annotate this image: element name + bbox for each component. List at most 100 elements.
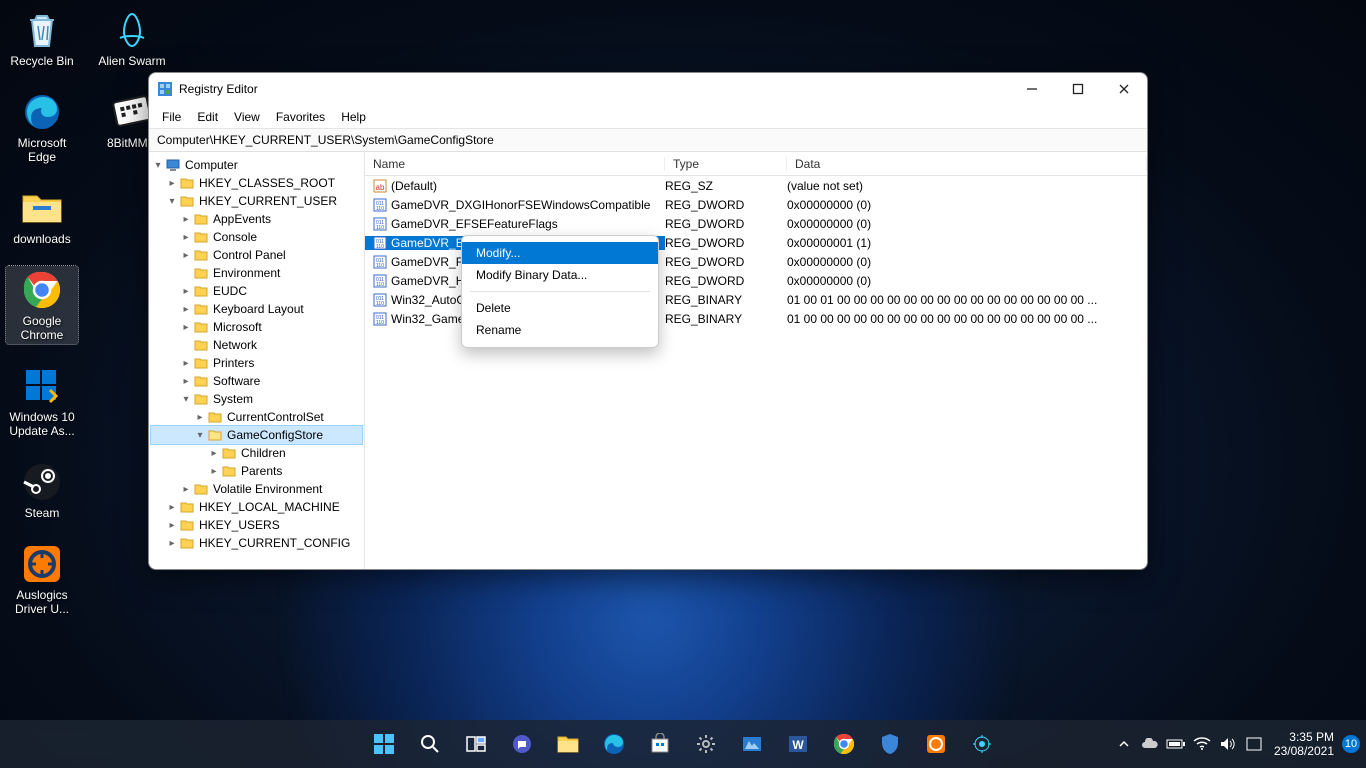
tree-node-eudc[interactable]: ▸EUDC [151,282,362,300]
tree-node-console[interactable]: ▸Console [151,228,362,246]
tree-node-gameconfigstore[interactable]: ▾GameConfigStore [151,426,362,444]
list-row[interactable]: ab(Default)REG_SZ(value not set) [365,176,1147,195]
context-menu-modify[interactable]: Modify... [462,242,658,264]
tray-wifi-icon[interactable] [1190,724,1214,764]
taskbar-app2-icon[interactable] [916,724,956,764]
taskbar-explorer-icon[interactable] [548,724,588,764]
desktop-icon-label: Alien Swarm [98,54,165,68]
tree-node-hkcu[interactable]: ▾HKEY_CURRENT_USER [151,192,362,210]
tray-overflow-button[interactable] [1112,724,1136,764]
desktop-icon-alien-swarm[interactable]: Alien Swarm [96,6,168,70]
tray-language-icon[interactable] [1242,724,1266,764]
binary-value-icon: 011110 [373,217,387,231]
folder-icon [193,481,209,497]
window-title: Registry Editor [179,82,1009,96]
taskbar-time: 3:35 PM [1274,730,1334,744]
tree-node-hku[interactable]: ▸HKEY_USERS [151,516,362,534]
desktop-icon-steam[interactable]: Steam [6,458,78,522]
tree-node-environment[interactable]: Environment [151,264,362,282]
taskbar-store-icon[interactable] [640,724,680,764]
tree-node-volatile-environment[interactable]: ▸Volatile Environment [151,480,362,498]
context-menu-delete[interactable]: Delete [462,297,658,319]
value-type: REG_SZ [665,179,787,193]
tree-node-control-panel[interactable]: ▸Control Panel [151,246,362,264]
start-button[interactable] [364,724,404,764]
svg-text:110: 110 [376,225,384,231]
value-data: (value not set) [787,179,1147,193]
tree-node-currentcontrolset[interactable]: ▸CurrentControlSet [151,408,362,426]
taskbar-chat-icon[interactable] [502,724,542,764]
binary-value-icon: 011110 [373,236,387,250]
tray-volume-icon[interactable] [1216,724,1240,764]
desktop-icon-edge[interactable]: Microsoft Edge [6,88,78,166]
tree-node-hklm[interactable]: ▸HKEY_LOCAL_MACHINE [151,498,362,516]
desktop-icon-win-update[interactable]: Windows 10 Update As... [6,362,78,440]
registry-tree[interactable]: ▾Computer ▸HKEY_CLASSES_ROOT ▾HKEY_CURRE… [149,152,365,569]
folder-icon [221,463,237,479]
col-header-name[interactable]: Name [365,157,665,171]
tree-node-microsoft[interactable]: ▸Microsoft [151,318,362,336]
tree-node-parents[interactable]: ▸Parents [151,462,362,480]
tray-battery-icon[interactable] [1164,724,1188,764]
tree-node-hkcc[interactable]: ▸HKEY_CURRENT_CONFIG [151,534,362,552]
col-header-type[interactable]: Type [665,157,787,171]
desktop-icon-chrome[interactable]: Google Chrome [6,266,78,344]
value-data: 0x00000001 (1) [787,236,1147,250]
folder-icon [193,337,209,353]
folder-icon [207,409,223,425]
menu-file[interactable]: File [155,108,188,126]
col-header-data[interactable]: Data [787,157,1147,171]
desktop-icon-downloads[interactable]: downloads [6,184,78,248]
value-data: 0x00000000 (0) [787,198,1147,212]
tree-node-network[interactable]: Network [151,336,362,354]
maximize-button[interactable] [1055,73,1101,105]
menu-edit[interactable]: Edit [190,108,225,126]
taskbar-word-icon[interactable]: W [778,724,818,764]
tray-onedrive-icon[interactable] [1138,724,1162,764]
close-button[interactable] [1101,73,1147,105]
context-menu-rename[interactable]: Rename [462,319,658,341]
svg-text:W: W [792,738,804,752]
desktop-icon-auslogics[interactable]: Auslogics Driver U... [6,540,78,618]
tree-node-computer[interactable]: ▾Computer [151,156,362,174]
taskbar-edge-icon[interactable] [594,724,634,764]
notification-badge[interactable]: 10 [1342,735,1360,753]
tree-node-printers[interactable]: ▸Printers [151,354,362,372]
context-menu-modify-binary[interactable]: Modify Binary Data... [462,264,658,286]
taskbar-clock[interactable]: 3:35 PM 23/08/2021 [1268,730,1340,758]
taskbar-security-icon[interactable] [870,724,910,764]
tree-node-hkcr[interactable]: ▸HKEY_CLASSES_ROOT [151,174,362,192]
menu-favorites[interactable]: Favorites [269,108,332,126]
tree-node-keyboard-layout[interactable]: ▸Keyboard Layout [151,300,362,318]
tree-node-children[interactable]: ▸Children [151,444,362,462]
list-row[interactable]: 011110GameDVR_EFSEFeatureFlagsREG_DWORD0… [365,214,1147,233]
tree-node-software[interactable]: ▸Software [151,372,362,390]
task-view-button[interactable] [456,724,496,764]
binary-value-icon: 011110 [373,274,387,288]
taskbar-app-icon[interactable] [732,724,772,764]
menu-help[interactable]: Help [334,108,373,126]
taskbar-app3-icon[interactable] [962,724,1002,764]
svg-text:110: 110 [376,263,384,269]
folder-icon [193,283,209,299]
value-type: REG_DWORD [665,236,787,250]
svg-text:110: 110 [376,244,384,250]
folder-icon [179,517,195,533]
tree-node-appevents[interactable]: ▸AppEvents [151,210,362,228]
titlebar[interactable]: Registry Editor [149,73,1147,105]
taskbar-settings-icon[interactable] [686,724,726,764]
list-row[interactable]: 011110GameDVR_DXGIHonorFSEWindowsCompati… [365,195,1147,214]
menu-view[interactable]: View [227,108,267,126]
search-button[interactable] [410,724,450,764]
taskbar-chrome-icon[interactable] [824,724,864,764]
folder-icon [193,247,209,263]
value-type: REG_DWORD [665,217,787,231]
address-bar[interactable]: Computer\HKEY_CURRENT_USER\System\GameCo… [149,129,1147,152]
recycle-bin-icon [20,8,64,52]
folder-icon [193,373,209,389]
registry-value-list: Name Type Data ab(Default)REG_SZ(value n… [365,152,1147,569]
desktop-icon-recycle-bin[interactable]: Recycle Bin [6,6,78,70]
context-menu-separator [470,291,650,292]
tree-node-system[interactable]: ▾System [151,390,362,408]
minimize-button[interactable] [1009,73,1055,105]
